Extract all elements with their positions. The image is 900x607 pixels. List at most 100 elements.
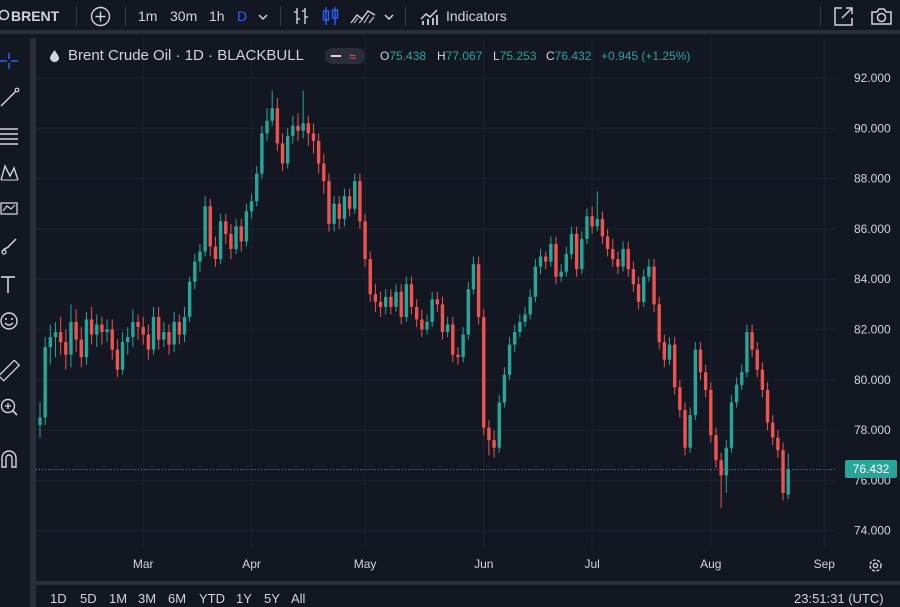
candle (611, 238, 615, 267)
range-all[interactable]: All (291, 591, 305, 606)
candle (213, 236, 218, 267)
candle-body (750, 332, 754, 350)
candle (776, 430, 780, 458)
candle-body (435, 299, 440, 305)
candles-chart-type-icon[interactable] (321, 6, 341, 26)
range-5d[interactable]: 5D (80, 591, 97, 606)
candle-body (404, 284, 409, 317)
interval-1m[interactable]: 1m (138, 6, 157, 26)
candle (533, 259, 538, 302)
forecast-tool-icon[interactable] (0, 198, 24, 222)
camera-icon[interactable] (870, 6, 893, 27)
candle (409, 276, 414, 315)
candle-body (466, 289, 470, 335)
pattern-tool-icon[interactable] (0, 162, 24, 186)
brush-icon[interactable] (0, 235, 24, 259)
gear-icon[interactable] (867, 557, 884, 574)
candle (203, 196, 207, 257)
candle-body (590, 216, 594, 227)
measure-ruler-icon[interactable] (0, 360, 24, 384)
trend-line-icon[interactable] (0, 87, 24, 111)
fullscreen-icon[interactable] (833, 6, 854, 27)
candle (182, 306, 187, 343)
candle (740, 364, 744, 390)
price-chart[interactable]: 74.00076.00078.00080.00082.00084.00086.0… (36, 38, 900, 581)
candle-body (203, 206, 207, 252)
interval-d-active[interactable]: D (237, 6, 247, 26)
candle-body (301, 123, 305, 131)
chevron-down-icon[interactable] (383, 12, 395, 22)
candle (224, 213, 228, 244)
candle (275, 98, 280, 151)
candle (244, 203, 249, 247)
candle (64, 329, 68, 370)
interval-30m[interactable]: 30m (170, 6, 197, 26)
candle (208, 198, 212, 257)
candle (549, 236, 553, 267)
candle (306, 115, 311, 146)
candle-body (131, 321, 135, 338)
candle-body (89, 319, 94, 335)
candle (600, 211, 605, 244)
candle (771, 415, 775, 446)
range-1y[interactable]: 1Y (236, 591, 252, 606)
emoji-icon[interactable] (0, 310, 24, 334)
indicators-icon[interactable] (419, 6, 440, 27)
candle-body (347, 196, 352, 209)
range-6m[interactable]: 6M (168, 591, 186, 606)
candle-body (688, 415, 692, 448)
candle (543, 251, 548, 270)
candle (497, 394, 501, 453)
candle-body (249, 201, 254, 212)
candle-body (394, 291, 398, 307)
candle (177, 314, 182, 345)
range-1d[interactable]: 1D (50, 591, 67, 606)
candle-body (440, 304, 445, 333)
text-tool-icon[interactable] (0, 273, 24, 297)
range-3m[interactable]: 3M (138, 591, 156, 606)
candle-body (105, 329, 109, 333)
magnet-icon[interactable] (0, 448, 24, 472)
candle-body (507, 344, 512, 375)
fib-retracement-icon[interactable] (0, 125, 24, 149)
candle-body (162, 332, 166, 340)
candle-body (425, 321, 429, 330)
candle-body (760, 369, 765, 390)
crosshair-icon[interactable] (0, 51, 24, 75)
bar-chart-type-icon[interactable] (291, 6, 311, 26)
range-ytd[interactable]: YTD (199, 591, 225, 606)
candle (95, 314, 99, 348)
utc-clock[interactable]: 23:51:31 (UTC) (794, 591, 884, 606)
candle (765, 382, 770, 431)
candle (363, 213, 367, 267)
zoom-in-icon[interactable] (0, 396, 24, 420)
candle (167, 324, 171, 355)
candle-body (193, 261, 197, 282)
candle-body (698, 349, 703, 373)
indicators-button[interactable]: Indicators (446, 6, 507, 26)
add-symbol-icon[interactable] (90, 6, 111, 27)
candle (38, 402, 42, 438)
candle (781, 442, 785, 501)
symbol-search-button[interactable]: BRENT (11, 6, 59, 26)
interval-1h[interactable]: 1h (209, 6, 225, 26)
candle (285, 128, 290, 169)
candle (270, 90, 274, 126)
candle (445, 316, 450, 338)
candle-body (492, 440, 496, 448)
candle (172, 311, 176, 353)
search-icon[interactable] (0, 9, 10, 23)
candle (260, 125, 264, 179)
range-1m[interactable]: 1M (109, 591, 127, 606)
y-tick-label: 78.000 (854, 423, 891, 437)
candle-body (141, 326, 145, 335)
candle (724, 440, 728, 493)
legend-toggle[interactable]: ≈ (325, 48, 365, 64)
range-5y[interactable]: 5Y (264, 591, 280, 606)
drawing-toolbar (0, 38, 30, 607)
candle (476, 256, 481, 325)
area-chart-type-icon[interactable] (350, 6, 376, 26)
candle-body (332, 203, 336, 224)
chevron-down-icon[interactable] (257, 12, 269, 22)
candle-body (621, 249, 625, 267)
